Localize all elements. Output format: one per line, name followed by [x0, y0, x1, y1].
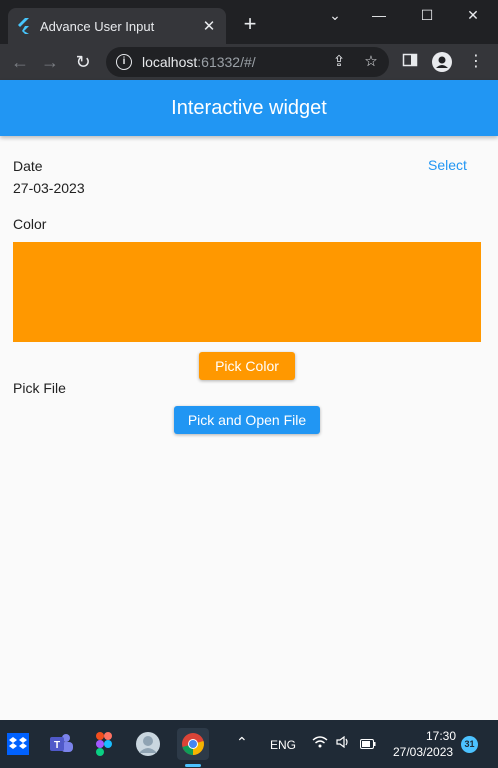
tab-search-icon[interactable]: ⌄ [320, 4, 350, 26]
tab-title: Advance User Input [40, 18, 155, 34]
new-tab-button[interactable]: + [238, 12, 262, 36]
language-indicator[interactable]: ENG [270, 738, 296, 752]
chevron-up-icon[interactable]: ⌃ [236, 734, 248, 751]
svg-text:T: T [54, 740, 60, 751]
reload-icon[interactable]: ↻ [71, 50, 95, 74]
minimize-icon[interactable]: — [364, 4, 394, 26]
url-path: :61332/#/ [197, 54, 256, 70]
notification-badge[interactable]: 31 [461, 736, 478, 753]
bookmark-star-icon[interactable]: ☆ [362, 53, 380, 71]
site-info-icon[interactable]: i [116, 54, 132, 70]
window-close-icon[interactable]: ✕ [458, 4, 488, 26]
menu-kebab-icon[interactable]: ⋮ [466, 52, 486, 72]
app-bar: Interactive widget [0, 80, 498, 136]
date-value: 27-03-2023 [13, 180, 85, 196]
taskbar: T ⌃ ENG 17:30 27/03/2023 [0, 720, 498, 768]
app-window: Interactive widget Date 27-03-2023 Selec… [0, 80, 498, 720]
avatar-app-icon[interactable] [132, 728, 164, 760]
select-date-button[interactable]: Select [428, 157, 467, 173]
dropbox-icon[interactable] [2, 728, 34, 760]
back-arrow-icon[interactable]: ← [8, 50, 32, 74]
address-bar[interactable]: i localhost:61332/#/ ⇪ ☆ [106, 47, 389, 77]
tab-close-icon[interactable]: ✕ [200, 17, 218, 35]
date-label: Date [13, 158, 43, 174]
pick-and-open-file-button[interactable]: Pick and Open File [174, 406, 320, 434]
clock-date[interactable]: 27/03/2023 [393, 745, 453, 759]
forward-arrow-icon[interactable]: → [38, 50, 62, 74]
page-title: Interactive widget [171, 96, 327, 119]
color-label: Color [13, 216, 47, 232]
side-panel-icon[interactable] [400, 52, 420, 72]
browser-tabstrip: Advance User Input ✕ + ⌄ — ☐ ✕ [0, 0, 498, 44]
figma-icon[interactable] [88, 728, 120, 760]
chrome-icon[interactable] [177, 728, 209, 760]
browser-toolbar: ← → ↻ i localhost:61332/#/ ⇪ ☆ ⋮ [0, 44, 498, 80]
pick-color-button[interactable]: Pick Color [199, 352, 295, 380]
selected-color-swatch [13, 242, 481, 342]
share-icon[interactable]: ⇪ [330, 53, 348, 71]
clock-time[interactable]: 17:30 [426, 729, 456, 743]
wifi-icon[interactable] [312, 735, 328, 752]
battery-icon[interactable] [360, 738, 376, 752]
url-host: localhost [142, 54, 198, 70]
maximize-icon[interactable]: ☐ [412, 4, 442, 26]
profile-avatar-icon[interactable] [432, 52, 452, 72]
teams-icon[interactable]: T [45, 728, 77, 760]
volume-icon[interactable] [336, 735, 350, 751]
flutter-favicon-icon [16, 18, 32, 34]
browser-tab[interactable]: Advance User Input ✕ [8, 8, 226, 44]
pick-file-label: Pick File [13, 380, 66, 396]
active-app-indicator [185, 764, 201, 767]
